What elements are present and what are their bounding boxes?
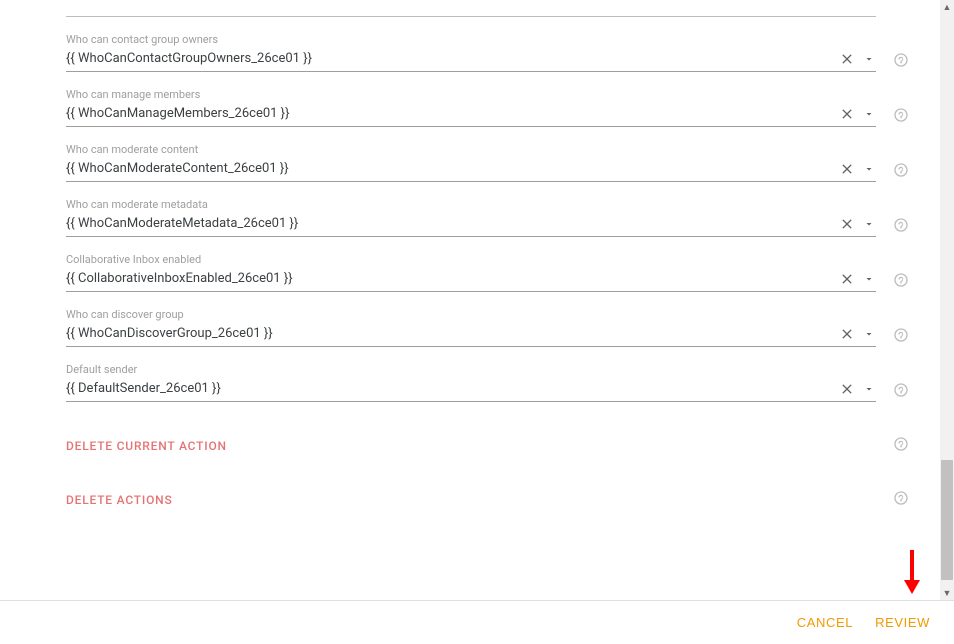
settings-form: Who can contact group owners {{ WhoCanCo… <box>0 0 940 600</box>
field-row: Who can manage members {{ WhoCanManageMe… <box>66 88 940 127</box>
cancel-button[interactable]: CANCEL <box>797 615 853 630</box>
dropdown-caret-icon[interactable] <box>862 217 876 231</box>
help-icon[interactable] <box>893 107 909 123</box>
delete-actions-button[interactable]: DELETE ACTIONS <box>66 493 876 507</box>
field-collab-inbox[interactable]: Collaborative Inbox enabled {{ Collabora… <box>66 253 876 292</box>
clear-icon[interactable] <box>838 50 856 68</box>
field-label: Who can contact group owners <box>66 33 876 47</box>
scroll-up-icon[interactable]: ▲ <box>940 0 954 14</box>
field-value: {{ WhoCanDiscoverGroup_26ce01 }} <box>66 324 838 344</box>
scrollbar-track[interactable]: ▲ ▼ <box>940 0 954 600</box>
field-moderate-metadata[interactable]: Who can moderate metadata {{ WhoCanModer… <box>66 198 876 237</box>
help-icon[interactable] <box>893 382 909 398</box>
field-value: {{ WhoCanManageMembers_26ce01 }} <box>66 104 838 124</box>
footer-bar: CANCEL REVIEW <box>0 600 954 644</box>
field-label: Default sender <box>66 363 876 377</box>
field-discover-group[interactable]: Who can discover group {{ WhoCanDiscover… <box>66 308 876 347</box>
clear-icon[interactable] <box>838 105 856 123</box>
field-row: Who can moderate metadata {{ WhoCanModer… <box>66 198 940 237</box>
field-manage-members[interactable]: Who can manage members {{ WhoCanManageMe… <box>66 88 876 127</box>
field-row: Who can moderate content {{ WhoCanModera… <box>66 143 940 182</box>
scroll-down-icon[interactable]: ▼ <box>940 586 954 600</box>
dropdown-caret-icon[interactable] <box>862 382 876 396</box>
dropdown-caret-icon[interactable] <box>862 162 876 176</box>
field-row: Collaborative Inbox enabled {{ Collabora… <box>66 253 940 292</box>
dropdown-caret-icon[interactable] <box>862 52 876 66</box>
help-icon[interactable] <box>893 162 909 178</box>
clear-icon[interactable] <box>838 325 856 343</box>
field-row: Who can discover group {{ WhoCanDiscover… <box>66 308 940 347</box>
field-row: Who can contact group owners {{ WhoCanCo… <box>66 33 940 72</box>
clear-icon[interactable] <box>838 215 856 233</box>
help-icon[interactable] <box>893 272 909 288</box>
field-moderate-content[interactable]: Who can moderate content {{ WhoCanModera… <box>66 143 876 182</box>
field-value: {{ WhoCanModerateContent_26ce01 }} <box>66 159 838 179</box>
field-contact-owners[interactable]: Who can contact group owners {{ WhoCanCo… <box>66 33 876 72</box>
help-icon[interactable] <box>893 327 909 343</box>
dropdown-caret-icon[interactable] <box>862 272 876 286</box>
dropdown-caret-icon[interactable] <box>862 327 876 341</box>
field-default-sender[interactable]: Default sender {{ DefaultSender_26ce01 }… <box>66 363 876 402</box>
action-row: DELETE ACTIONS <box>66 490 940 510</box>
clear-icon[interactable] <box>838 270 856 288</box>
field-value: {{ WhoCanContactGroupOwners_26ce01 }} <box>66 49 838 69</box>
clear-icon[interactable] <box>838 380 856 398</box>
field-label: Who can moderate content <box>66 143 876 157</box>
help-icon[interactable] <box>893 490 909 506</box>
review-button[interactable]: REVIEW <box>875 615 930 630</box>
divider <box>66 16 876 17</box>
field-label: Who can moderate metadata <box>66 198 876 212</box>
action-row: DELETE CURRENT ACTION <box>66 436 940 456</box>
help-icon[interactable] <box>893 217 909 233</box>
field-value: {{ DefaultSender_26ce01 }} <box>66 379 838 399</box>
dropdown-caret-icon[interactable] <box>862 107 876 121</box>
field-row: Default sender {{ DefaultSender_26ce01 }… <box>66 363 940 402</box>
delete-current-action-button[interactable]: DELETE CURRENT ACTION <box>66 439 876 453</box>
field-value: {{ CollaborativeInboxEnabled_26ce01 }} <box>66 269 838 289</box>
field-value: {{ WhoCanModerateMetadata_26ce01 }} <box>66 214 838 234</box>
help-icon[interactable] <box>893 436 909 452</box>
help-icon[interactable] <box>893 52 909 68</box>
field-label: Who can discover group <box>66 308 876 322</box>
field-label: Collaborative Inbox enabled <box>66 253 876 267</box>
field-label: Who can manage members <box>66 88 876 102</box>
clear-icon[interactable] <box>838 160 856 178</box>
scrollbar-thumb[interactable] <box>941 460 953 580</box>
